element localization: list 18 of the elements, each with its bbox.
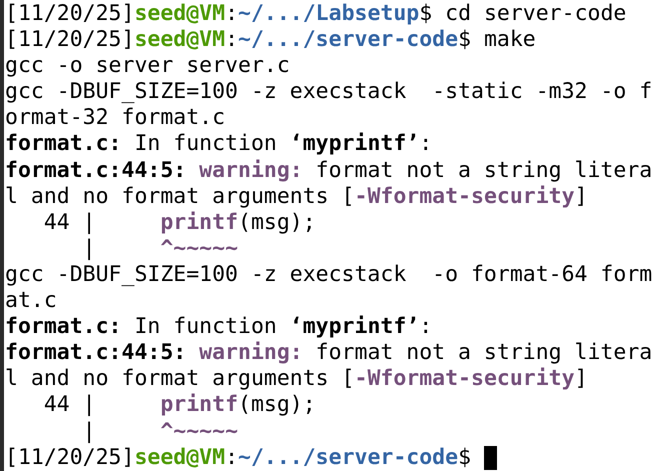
terminal-line: 44 | printf(msg); xyxy=(42,392,316,418)
terminal-line: | ^~~~~~ xyxy=(82,236,238,262)
terminal-line: gcc -DBUF_SIZE=100 -z execstack -static -m32 -o f xyxy=(5,79,652,106)
terminal-line: l and no format arguments [-Wformat-security] xyxy=(5,184,588,210)
terminal-line: ormat-32 format.c xyxy=(5,105,226,132)
terminal-line: format.c:44:5: warning: format not a string litera xyxy=(5,158,652,184)
terminal-line: [11/20/25]seed@VM:~/.../server-code$ make xyxy=(5,27,536,54)
terminal-line: 44 | printf(msg); xyxy=(42,210,316,236)
terminal-line: format.c:44:5: warning: format not a string litera xyxy=(5,340,652,366)
terminal-line: l and no format arguments [-Wformat-security] xyxy=(5,366,588,392)
terminal-line: format.c: In function ‘myprintf’: xyxy=(5,131,432,158)
terminal-line: gcc -o server server.c xyxy=(5,53,290,80)
terminal-line: [11/20/25]seed@VM:~/.../server-code$ xyxy=(5,444,472,471)
terminal-line: format.c: In function ‘myprintf’: xyxy=(5,314,432,340)
terminal-line: | ^~~~~~ xyxy=(82,418,238,445)
terminal-line: [11/20/25]seed@VM:~/.../Labsetup$ cd server-code xyxy=(5,1,626,28)
terminal-line: gcc -DBUF_SIZE=100 -z execstack -o format-64 form xyxy=(5,262,652,288)
terminal-line: at.c xyxy=(5,288,57,314)
